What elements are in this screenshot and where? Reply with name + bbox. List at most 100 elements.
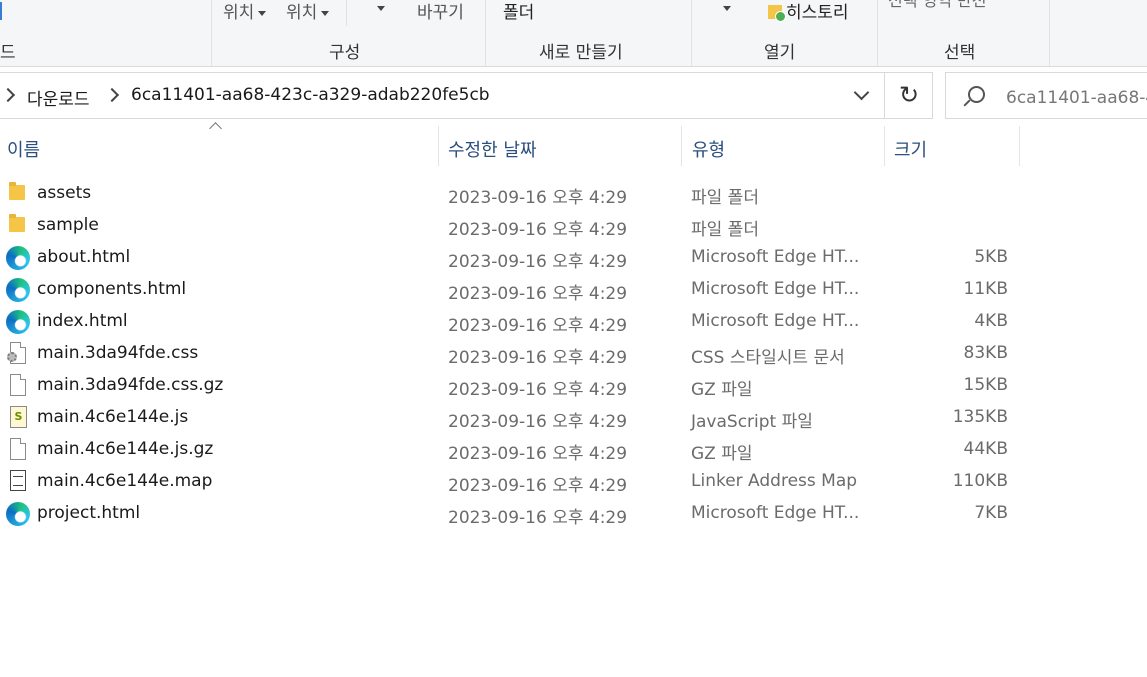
file-name: main.4c6e144e.js.gz xyxy=(37,439,214,459)
file-row[interactable]: main.3da94fde.css.gz 2023-09-16 오후 4:29 … xyxy=(0,370,1020,402)
group-label-new: 새로 만들기 xyxy=(539,43,623,63)
file-size: 7KB xyxy=(974,503,1008,523)
chevron-down-icon xyxy=(258,10,267,16)
file-date: 2023-09-16 오후 4:29 xyxy=(448,316,628,336)
file-date: 2023-09-16 오후 4:29 xyxy=(448,380,628,400)
file-size: 110KB xyxy=(952,471,1008,491)
ribbon-divider xyxy=(346,0,347,26)
search-box[interactable] xyxy=(945,72,1147,119)
refresh-icon: ↻ xyxy=(899,81,920,109)
file-size: 4KB xyxy=(974,311,1008,331)
ribbon-divider xyxy=(691,0,692,66)
file-row[interactable]: main.3da94fde.css 2023-09-16 오후 4:29 CSS… xyxy=(0,338,1020,370)
position-button-left[interactable]: 위치 xyxy=(223,0,267,23)
file-name: sample xyxy=(37,215,99,235)
edge-icon xyxy=(6,502,30,526)
file-name: project.html xyxy=(37,503,141,523)
file-name: main.3da94fde.css.gz xyxy=(37,375,224,395)
chevron-right-icon[interactable] xyxy=(104,87,120,103)
file-row[interactable]: main.4c6e144e.map 2023-09-16 오후 4:29 Lin… xyxy=(0,466,1020,498)
file-type: Microsoft Edge HT... xyxy=(691,279,860,299)
history-label: 히스토리 xyxy=(786,3,849,23)
file-date: 2023-09-16 오후 4:29 xyxy=(448,252,628,272)
file-date: 2023-09-16 오후 4:29 xyxy=(448,284,628,304)
chevron-down-icon xyxy=(377,5,385,11)
file-name: components.html xyxy=(37,279,187,299)
file-size: 135KB xyxy=(952,407,1008,427)
edge-icon xyxy=(6,310,30,334)
ribbon-divider xyxy=(485,0,486,66)
group-label-organize: 구성 xyxy=(329,43,361,63)
ribbon-edge-accent xyxy=(0,2,2,20)
position-button-right[interactable]: 위치 xyxy=(286,0,330,23)
file-row[interactable]: assets 2023-09-16 오후 4:29 파일 폴더 xyxy=(0,178,1020,210)
file-date: 2023-09-16 오후 4:29 xyxy=(448,508,628,528)
history-icon xyxy=(768,5,786,22)
position-right-label: 위치 xyxy=(286,3,318,23)
group-label-open: 열기 xyxy=(764,43,796,63)
file-type: Linker Address Map xyxy=(691,471,858,491)
column-divider[interactable] xyxy=(681,126,682,166)
new-folder-button[interactable]: 폴더 xyxy=(503,0,534,23)
file-date: 2023-09-16 오후 4:29 xyxy=(448,188,628,208)
file-row[interactable]: index.html 2023-09-16 오후 4:29 Microsoft … xyxy=(0,306,1020,338)
folder-icon xyxy=(6,182,30,206)
file-type: GZ 파일 xyxy=(691,380,753,400)
edge-icon xyxy=(6,278,30,302)
file-date: 2023-09-16 오후 4:29 xyxy=(448,476,628,496)
group-label-select: 선택 xyxy=(944,43,976,63)
blank-file-icon xyxy=(6,438,30,462)
file-row[interactable]: project.html 2023-09-16 오후 4:29 Microsof… xyxy=(0,498,1020,530)
invert-selection-button[interactable]: 선택 영역 반전 xyxy=(888,0,987,11)
open-dropdown-button[interactable] xyxy=(719,0,731,18)
file-size: 44KB xyxy=(963,439,1008,459)
file-name: about.html xyxy=(37,247,131,267)
file-name: main.4c6e144e.js xyxy=(37,407,189,427)
file-type: Microsoft Edge HT... xyxy=(691,247,860,267)
js-file-icon: S xyxy=(6,406,30,430)
breadcrumb-downloads[interactable]: 다운로드 xyxy=(27,85,90,110)
column-divider[interactable] xyxy=(1019,126,1020,166)
ribbon-divider xyxy=(211,0,212,66)
more-dropdown-button[interactable] xyxy=(373,0,385,18)
chevron-right-icon[interactable] xyxy=(0,87,16,103)
file-type: 파일 폴더 xyxy=(691,220,759,240)
chevron-down-icon xyxy=(321,10,330,16)
file-row[interactable]: about.html 2023-09-16 오후 4:29 Microsoft … xyxy=(0,242,1020,274)
file-size: 83KB xyxy=(963,343,1008,363)
file-row[interactable]: main.4c6e144e.js.gz 2023-09-16 오후 4:29 G… xyxy=(0,434,1020,466)
position-left-label: 위치 xyxy=(223,3,255,23)
text-file-icon xyxy=(6,470,30,494)
file-type: JavaScript 파일 xyxy=(691,412,813,432)
rename-button[interactable]: 바꾸기 xyxy=(417,0,464,23)
column-header-date[interactable]: 수정한 날짜 xyxy=(448,136,537,162)
file-date: 2023-09-16 오후 4:29 xyxy=(448,220,628,240)
file-type: CSS 스타일시트 문서 xyxy=(691,348,845,368)
file-size: 11KB xyxy=(963,279,1008,299)
column-divider[interactable] xyxy=(438,126,439,166)
file-type: GZ 파일 xyxy=(691,444,753,464)
breadcrumb-current-folder[interactable]: 6ca11401-aa68-423c-a329-adab220fe5cb xyxy=(131,85,490,105)
search-icon xyxy=(968,86,985,103)
file-name: main.4c6e144e.map xyxy=(37,471,213,491)
group-label-left: 드 xyxy=(0,43,16,63)
file-name: main.3da94fde.css xyxy=(37,343,199,363)
file-date: 2023-09-16 오후 4:29 xyxy=(448,348,628,368)
history-button[interactable]: 히스토리 xyxy=(768,0,849,23)
ribbon-divider xyxy=(1049,0,1050,66)
file-row[interactable]: S main.4c6e144e.js 2023-09-16 오후 4:29 Ja… xyxy=(0,402,1020,434)
file-date: 2023-09-16 오후 4:29 xyxy=(448,412,628,432)
file-row[interactable]: components.html 2023-09-16 오후 4:29 Micro… xyxy=(0,274,1020,306)
column-header-type[interactable]: 유형 xyxy=(692,136,725,162)
address-history-dropdown-icon[interactable] xyxy=(853,84,870,101)
ribbon: 위치 위치 바꾸기 폴더 히스토리 선택 영역 반전 드 구성 새로 만들기 열… xyxy=(0,0,1147,67)
file-row[interactable]: sample 2023-09-16 오후 4:29 파일 폴더 xyxy=(0,210,1020,242)
address-bar[interactable]: 다운로드 6ca11401-aa68-423c-a329-adab220fe5c… xyxy=(0,72,885,119)
refresh-button[interactable]: ↻ xyxy=(885,72,933,119)
search-input[interactable] xyxy=(1006,85,1147,105)
column-divider[interactable] xyxy=(884,126,885,166)
column-header-name[interactable]: 이름 xyxy=(7,136,40,162)
file-type: Microsoft Edge HT... xyxy=(691,503,860,523)
column-header-size[interactable]: 크기 xyxy=(894,136,927,162)
css-file-icon xyxy=(6,342,30,366)
